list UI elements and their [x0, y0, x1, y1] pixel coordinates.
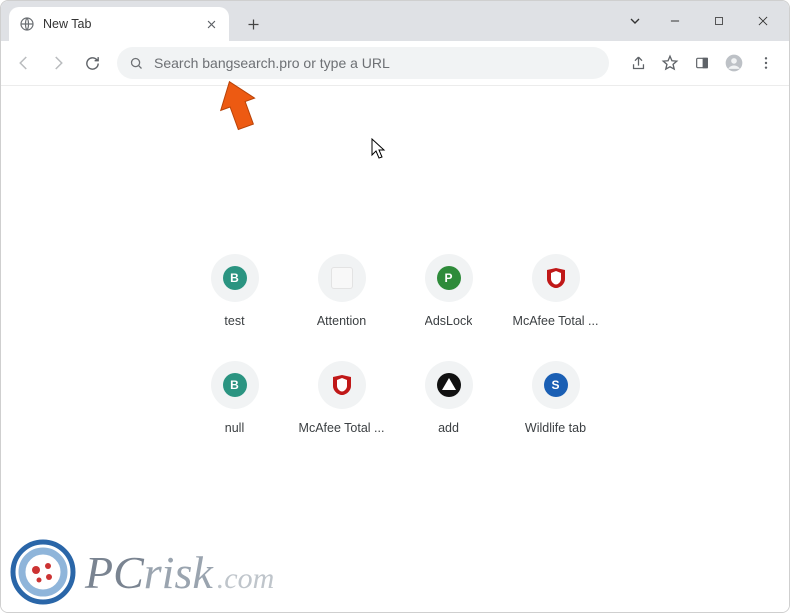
shortcut-label: add — [438, 421, 459, 435]
mcafee-shield-icon — [330, 373, 354, 397]
menu-button[interactable] — [751, 48, 781, 78]
new-tab-content: Btest Attention P AdsLock McAfee Total ... Bn… — [1, 86, 789, 612]
shortcut-tile[interactable]: P AdsLock — [396, 246, 501, 351]
watermark-pc: PC — [85, 547, 144, 598]
watermark-com: .com — [217, 562, 274, 595]
shortcut-favicon — [532, 254, 580, 302]
address-input[interactable] — [154, 55, 597, 71]
shortcut-label: McAfee Total ... — [299, 421, 385, 435]
shortcut-tile[interactable]: add — [396, 353, 501, 458]
shortcut-label: Wildlife tab — [525, 421, 586, 435]
shortcut-label: McAfee Total ... — [513, 314, 599, 328]
search-icon — [129, 56, 144, 71]
blank-page-icon — [331, 267, 353, 289]
shortcut-favicon: S — [532, 361, 580, 409]
forward-button[interactable] — [43, 48, 73, 78]
shortcut-label: AdsLock — [425, 314, 473, 328]
globe-icon — [19, 16, 35, 32]
omnibox[interactable] — [117, 47, 609, 79]
triangle-circle-icon — [436, 372, 462, 398]
back-button[interactable] — [9, 48, 39, 78]
shortcut-tile[interactable]: Btest — [182, 246, 287, 351]
shortcut-favicon: B — [211, 254, 259, 302]
minimize-button[interactable] — [653, 5, 697, 37]
shortcut-label: null — [225, 421, 244, 435]
tab-search-button[interactable] — [617, 5, 653, 37]
window-controls — [617, 1, 785, 41]
shortcut-tile[interactable]: McAfee Total ... — [289, 353, 394, 458]
reload-button[interactable] — [77, 48, 107, 78]
letter-badge-icon: B — [223, 266, 247, 290]
shortcut-tile[interactable]: Attention — [289, 246, 394, 351]
shortcut-favicon: B — [211, 361, 259, 409]
share-button[interactable] — [623, 48, 653, 78]
browser-window: New Tab — [0, 0, 790, 613]
tab-close-button[interactable] — [203, 16, 219, 32]
shortcut-favicon — [425, 361, 473, 409]
shortcut-grid: Btest Attention P AdsLock McAfee Total ... Bn… — [182, 246, 608, 458]
letter-badge-icon: P — [437, 266, 461, 290]
shortcut-favicon: P — [425, 254, 473, 302]
shortcut-tile[interactable]: Bnull — [182, 353, 287, 458]
close-window-button[interactable] — [741, 5, 785, 37]
profile-button[interactable] — [719, 48, 749, 78]
shortcut-tile[interactable]: S Wildlife tab — [503, 353, 608, 458]
shortcut-label: Attention — [317, 314, 366, 328]
watermark-text: PCrisk.com — [85, 546, 274, 599]
shortcut-favicon — [318, 254, 366, 302]
toolbar-right — [623, 48, 781, 78]
watermark-bug-icon — [9, 538, 77, 606]
toolbar — [1, 41, 789, 86]
bookmark-button[interactable] — [655, 48, 685, 78]
mcafee-shield-icon — [544, 266, 568, 290]
shortcut-favicon — [318, 361, 366, 409]
maximize-button[interactable] — [697, 5, 741, 37]
watermark-risk: risk — [144, 547, 213, 598]
shortcut-tile[interactable]: McAfee Total ... — [503, 246, 608, 351]
letter-badge-icon: B — [223, 373, 247, 397]
side-panel-button[interactable] — [687, 48, 717, 78]
tab-title: New Tab — [43, 17, 195, 31]
tab-strip: New Tab — [1, 1, 789, 41]
watermark-logo: PCrisk.com — [9, 538, 274, 606]
new-tab-button[interactable] — [239, 10, 267, 38]
tab-new-tab[interactable]: New Tab — [9, 7, 229, 41]
letter-badge-icon: S — [544, 373, 568, 397]
shortcut-label: test — [224, 314, 244, 328]
